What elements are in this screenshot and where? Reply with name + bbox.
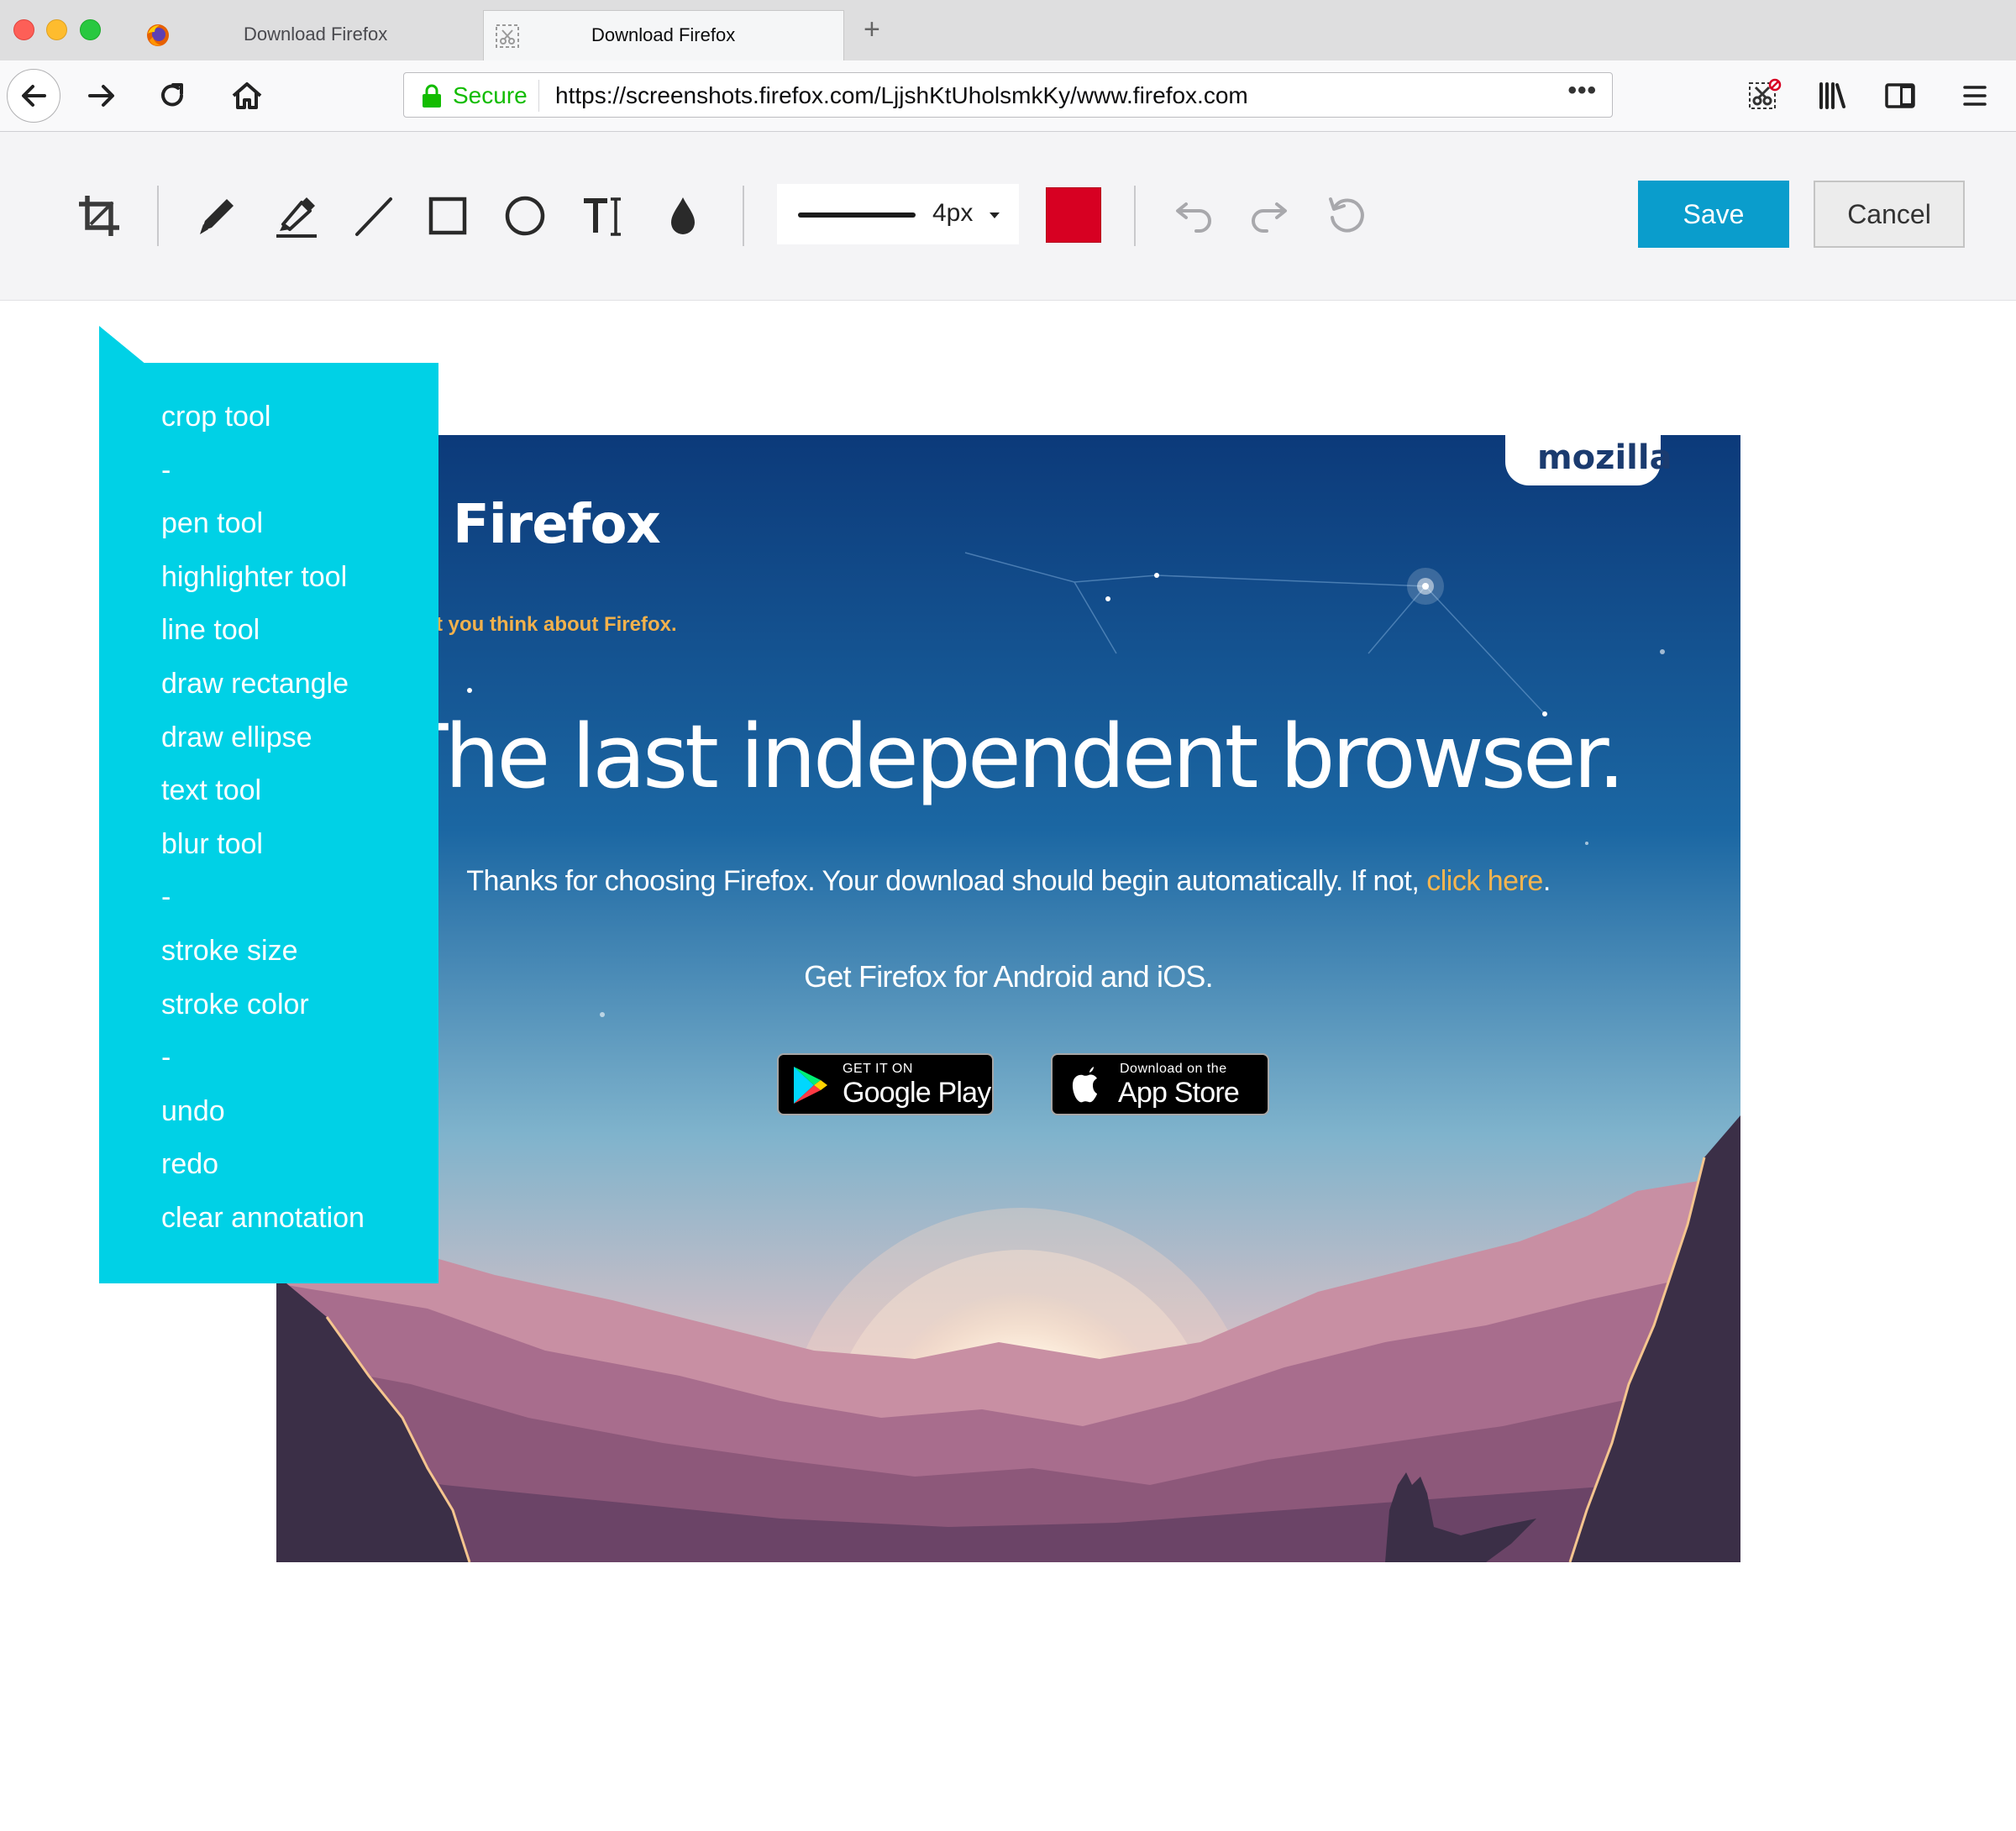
library-icon[interactable] xyxy=(1814,77,1851,114)
redo-icon[interactable] xyxy=(1245,191,1295,241)
app-store-small: Download on the xyxy=(1120,1062,1227,1076)
cancel-button[interactable]: Cancel xyxy=(1814,181,1965,248)
pen-icon[interactable] xyxy=(192,191,242,241)
close-window-button[interactable] xyxy=(13,19,34,40)
tool-legend-callout: crop tool - pen tool highlighter tool li… xyxy=(99,363,438,1283)
toolbar-separator xyxy=(743,186,744,246)
highlighter-icon[interactable] xyxy=(271,191,322,241)
home-icon[interactable] xyxy=(228,77,265,114)
app-store-badge: Download on the App Store xyxy=(1051,1053,1269,1115)
download-message-suffix: . xyxy=(1542,865,1551,897)
download-message: Thanks for choosing Firefox. Your downlo… xyxy=(276,865,1740,898)
toolbar-separator xyxy=(157,186,159,246)
tab-download-firefox-active[interactable]: Download Firefox xyxy=(483,10,844,60)
save-button[interactable]: Save xyxy=(1638,181,1789,248)
download-message-text: Thanks for choosing Firefox. Your downlo… xyxy=(466,865,1427,897)
url-text[interactable]: https://screenshots.firefox.com/LjjshKtU… xyxy=(555,82,1248,109)
google-play-big: Google Play xyxy=(843,1077,991,1109)
arrow-right-icon[interactable] xyxy=(83,77,120,114)
headline: The last independent browser. xyxy=(394,706,1625,808)
list-item: draw ellipse xyxy=(161,721,312,753)
list-item: stroke size xyxy=(161,934,298,967)
list-item: blur tool xyxy=(161,827,263,860)
annotation-toolbar: 4px Save Cancel xyxy=(0,132,2016,301)
feedback-tagline: t you think about Firefox. xyxy=(436,613,677,636)
list-item: draw rectangle xyxy=(161,667,349,700)
tool-legend-list: crop tool - pen tool highlighter tool li… xyxy=(161,398,365,1253)
line-icon[interactable] xyxy=(349,191,399,241)
firefox-wordmark: Firefox xyxy=(453,494,661,556)
tab-title: Download Firefox xyxy=(244,24,388,45)
list-item: - xyxy=(161,881,171,914)
stroke-preview xyxy=(798,212,916,218)
zoom-window-button[interactable] xyxy=(80,19,101,40)
new-tab-button[interactable]: + xyxy=(864,15,880,44)
text-icon[interactable] xyxy=(577,191,627,241)
list-item: text tool xyxy=(161,774,262,807)
firefox-icon xyxy=(147,24,169,46)
click-here-link: click here xyxy=(1426,865,1543,897)
list-item: - xyxy=(161,1041,171,1074)
url-separator xyxy=(538,80,539,112)
url-bar[interactable]: Secure https://screenshots.firefox.com/L… xyxy=(403,72,1613,118)
list-item: - xyxy=(161,454,171,486)
list-item: stroke color xyxy=(161,988,309,1020)
list-item: crop tool xyxy=(161,401,271,433)
firefox-landscape-image xyxy=(276,435,1740,1562)
list-item: clear annotation xyxy=(161,1201,365,1234)
apple-icon xyxy=(1072,1067,1097,1103)
toolbar-separator xyxy=(1134,186,1136,246)
list-item: redo xyxy=(161,1148,219,1181)
hamburger-menu-icon[interactable] xyxy=(1956,77,1993,114)
stroke-size-picker[interactable]: 4px xyxy=(777,184,1019,244)
app-store-big: App Store xyxy=(1118,1077,1240,1109)
navigation-bar: Secure https://screenshots.firefox.com/L… xyxy=(0,60,2016,132)
security-label: Secure xyxy=(453,82,528,108)
screenshots-toolbar-icon[interactable] xyxy=(1746,77,1782,114)
minimize-window-button[interactable] xyxy=(46,19,67,40)
arrow-left-icon xyxy=(22,85,46,107)
google-play-small: GET IT ON xyxy=(843,1062,913,1076)
stroke-size-value: 4px xyxy=(932,199,974,227)
blur-icon[interactable] xyxy=(658,191,708,241)
mobile-promo: Get Firefox for Android and iOS. xyxy=(804,959,1213,994)
ellipse-icon[interactable] xyxy=(500,191,550,241)
google-play-icon xyxy=(794,1067,827,1104)
list-item: highlighter tool xyxy=(161,560,348,593)
reload-icon[interactable] xyxy=(154,77,191,114)
lock-icon xyxy=(423,84,441,108)
list-item: pen tool xyxy=(161,507,263,540)
list-item: undo xyxy=(161,1094,225,1127)
undo-icon[interactable] xyxy=(1168,191,1218,241)
rectangle-icon[interactable] xyxy=(423,191,473,241)
screenshots-icon xyxy=(496,24,519,48)
list-item: line tool xyxy=(161,614,260,647)
back-button[interactable] xyxy=(7,69,60,123)
page-actions-button[interactable]: ••• xyxy=(1567,76,1597,105)
callout-notch xyxy=(99,326,146,365)
crop-icon[interactable] xyxy=(74,191,124,241)
tab-title: Download Firefox xyxy=(591,24,736,45)
sidebar-icon[interactable] xyxy=(1882,77,1919,114)
tab-bar: Download Firefox Download Firefox + xyxy=(0,0,2016,61)
mozilla-logo: mozilla xyxy=(1537,438,1672,477)
google-play-badge: GET IT ON Google Play xyxy=(777,1053,994,1115)
tab-download-firefox[interactable]: Download Firefox xyxy=(134,10,483,60)
stroke-color-picker[interactable] xyxy=(1046,187,1101,243)
chevron-down-icon xyxy=(990,212,1000,218)
screenshot-preview: mozilla Firefox t you think about Firefo… xyxy=(276,435,1740,1562)
clear-annotation-icon[interactable] xyxy=(1322,191,1373,241)
